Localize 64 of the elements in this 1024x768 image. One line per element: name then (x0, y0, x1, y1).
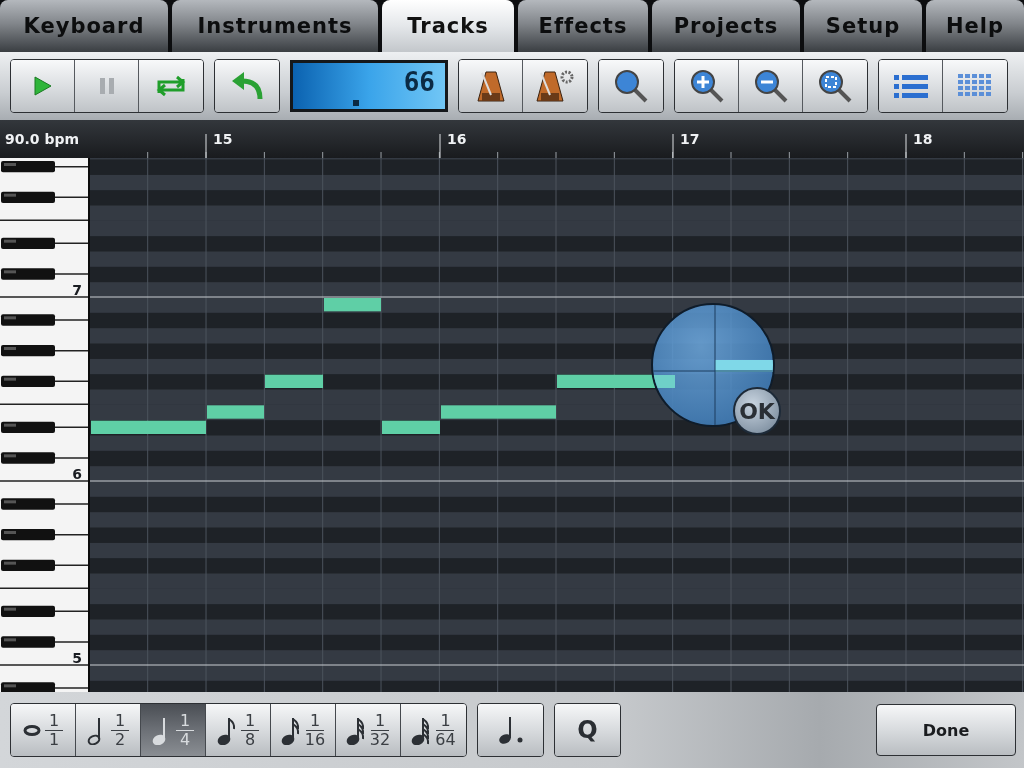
zoom-out-button[interactable] (739, 60, 803, 112)
note-fraction: 1 64 (435, 711, 456, 749)
tab[interactable]: Tracks (382, 0, 514, 52)
note-fraction: 1 16 (304, 711, 326, 749)
bar-number: 18 (913, 131, 933, 147)
note-value-button[interactable]: 1 2 (76, 704, 141, 756)
note-fraction: 1 2 (111, 711, 129, 749)
note-fraction: 1 1 (45, 711, 63, 749)
note-value-button[interactable]: 1 1 (11, 704, 76, 756)
note-value-button[interactable]: 1 64 (401, 704, 466, 756)
dotted-note-button[interactable] (478, 704, 543, 756)
grid-icon (958, 74, 992, 98)
note-icon (411, 715, 432, 745)
undo-button[interactable] (215, 60, 279, 112)
tab[interactable]: Help (926, 0, 1024, 52)
quantize-button[interactable]: Q (555, 704, 620, 756)
zoom-in-button[interactable] (675, 60, 739, 112)
bar-number: 17 (680, 131, 700, 147)
zoom-fit-icon (817, 68, 853, 104)
loop-button[interactable] (139, 60, 203, 112)
metronome-settings-button[interactable] (523, 60, 587, 112)
note-icon (23, 724, 41, 736)
note-value-button[interactable]: 1 4 (141, 704, 206, 756)
grid-view-button[interactable] (943, 60, 1007, 112)
tab[interactable]: Projects (652, 0, 800, 52)
zoom-fit-button[interactable] (803, 60, 867, 112)
done-button[interactable]: Done (876, 704, 1016, 756)
tab[interactable]: Effects (518, 0, 648, 52)
note-value-button[interactable]: 1 16 (271, 704, 336, 756)
note-icon (217, 715, 237, 745)
metronome-button[interactable] (459, 60, 523, 112)
note-value-button[interactable]: 1 32 (336, 704, 401, 756)
dotted-note-icon (496, 715, 525, 745)
pause-icon (98, 77, 115, 95)
search-icon (613, 68, 649, 104)
zoom-in-icon (688, 68, 725, 104)
octave-label: 6 (72, 466, 82, 482)
tempo-display: 66 (290, 60, 448, 112)
metronome-gear-icon (535, 69, 575, 103)
octave-label: 5 (72, 650, 82, 666)
list-view-button[interactable] (879, 60, 943, 112)
tab[interactable]: Keyboard (0, 0, 168, 52)
bar-number: 16 (447, 131, 467, 147)
play-icon (32, 75, 53, 97)
pause-button[interactable] (75, 60, 139, 112)
bar-number: 15 (213, 131, 233, 147)
note-fraction: 1 8 (241, 711, 259, 749)
octave-label: 7 (72, 282, 82, 298)
tempo-label: 90.0 bpm (5, 131, 80, 147)
note-block[interactable] (324, 298, 381, 312)
note-value-button[interactable]: 1 8 (206, 704, 271, 756)
note-fraction: 1 32 (369, 711, 391, 749)
search-button[interactable] (599, 60, 663, 112)
note-icon (280, 715, 301, 745)
zoom-out-icon (752, 68, 789, 104)
position-marker (353, 100, 359, 106)
play-button[interactable] (11, 60, 75, 112)
tab[interactable]: Instruments (172, 0, 378, 52)
tab[interactable]: Setup (804, 0, 922, 52)
note-icon (345, 715, 366, 745)
list-icon (893, 74, 928, 98)
note-fraction: 1 4 (176, 711, 194, 749)
undo-arrow-icon (230, 71, 264, 101)
metronome-icon (475, 69, 506, 103)
